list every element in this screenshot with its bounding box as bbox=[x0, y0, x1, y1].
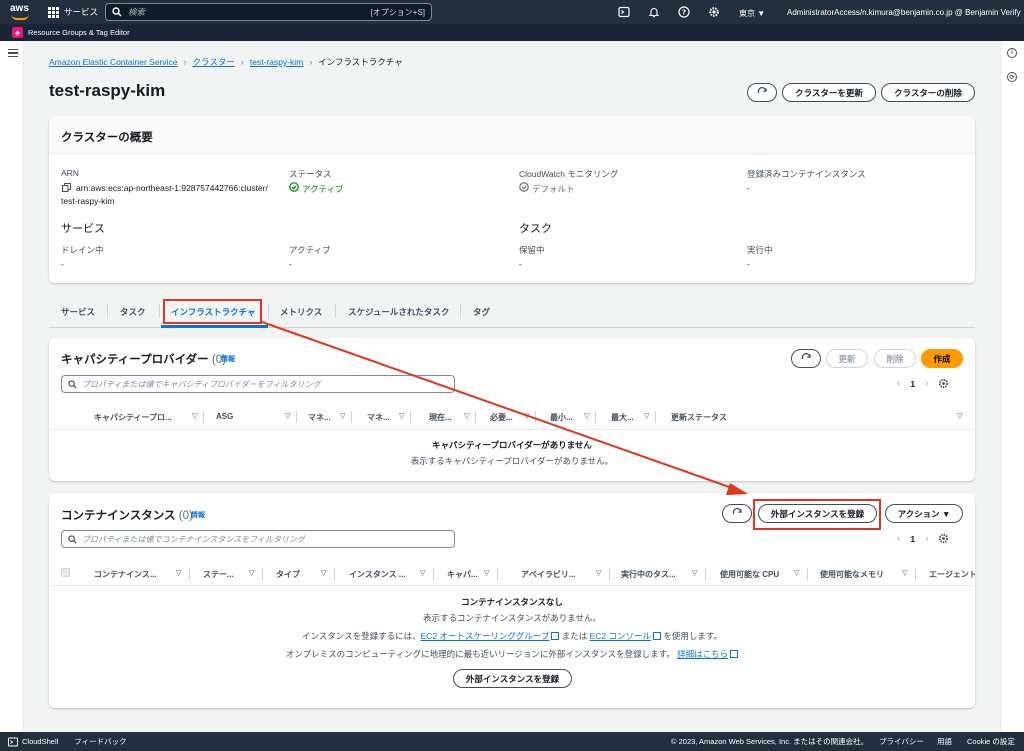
terms-link[interactable]: 用語 bbox=[937, 736, 952, 747]
copyright: © 2023, Amazon Web Services, Inc. またはその関… bbox=[671, 737, 869, 746]
privacy-link[interactable]: プライバシー bbox=[879, 736, 924, 747]
annotation-arrow bbox=[261, 321, 748, 495]
cloudshell-link[interactable]: CloudShell bbox=[22, 737, 58, 746]
feedback-link[interactable]: フィードバック bbox=[74, 736, 126, 747]
footer: CloudShell フィードバック © 2023, Amazon Web Se… bbox=[0, 732, 1024, 751]
cloudshell-icon bbox=[8, 737, 18, 746]
cookie-settings-link[interactable]: Cookie の設定 bbox=[967, 736, 1015, 747]
